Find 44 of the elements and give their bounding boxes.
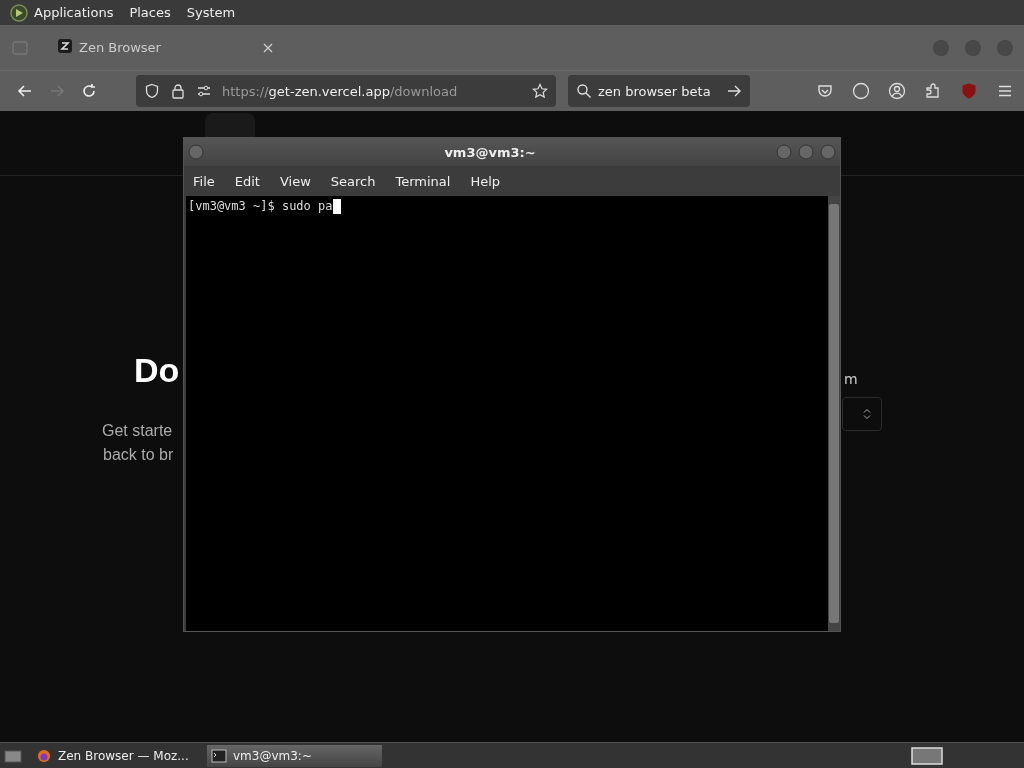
menu-item[interactable]: Search <box>330 173 376 189</box>
puzzle-icon[interactable] <box>924 82 942 100</box>
scrollbar[interactable] <box>828 196 840 631</box>
url-text: https://get-zen.vercel.app/download <box>222 83 458 99</box>
account-icon[interactable] <box>888 82 906 100</box>
page-text: Get starte <box>102 422 174 440</box>
lock-icon[interactable] <box>170 83 186 99</box>
shield-icon[interactable] <box>144 83 160 99</box>
panel-menu[interactable]: Places <box>129 5 171 20</box>
search-field[interactable]: zen browser beta <box>568 75 750 107</box>
scrollbar-thumb[interactable] <box>829 204 839 623</box>
close-icon[interactable] <box>263 42 273 53</box>
workspace-switcher[interactable] <box>910 745 944 766</box>
chevron-icon <box>863 408 871 420</box>
menu-item[interactable]: Edit <box>234 173 260 189</box>
terminal-text: [vm3@vm3 ~]$ sudo pa <box>188 199 333 213</box>
window-title: vm3@vm3:~ <box>443 144 537 160</box>
text-cursor <box>332 199 341 214</box>
z-icon <box>58 39 72 56</box>
browser-tab[interactable]: Zen Browser <box>48 31 283 64</box>
sliders-icon[interactable] <box>196 83 212 99</box>
desktop-icon[interactable] <box>4 748 22 763</box>
menu-item[interactable]: Help <box>470 173 501 189</box>
address-bar[interactable]: https://get-zen.vercel.app/download <box>136 75 556 107</box>
taskbar-button[interactable]: vm3@vm3:~ <box>207 744 382 767</box>
play-circle-icon[interactable] <box>9 2 29 23</box>
star-icon[interactable] <box>532 83 548 99</box>
menu-item[interactable]: View <box>279 173 311 189</box>
terminal-icon <box>211 748 227 763</box>
circle-icon[interactable] <box>852 82 870 100</box>
page-heading: Do <box>134 351 181 390</box>
select-field[interactable] <box>842 397 882 431</box>
field-label: m <box>844 371 858 387</box>
menu-item[interactable]: File <box>193 173 215 189</box>
page-text: back to br <box>103 446 175 464</box>
arrow-icon[interactable] <box>726 83 742 99</box>
search-icon <box>576 83 592 99</box>
panel-menu[interactable]: System <box>186 5 236 20</box>
panel-menu[interactable]: Applications <box>34 5 114 20</box>
reload-icon[interactable] <box>80 82 98 100</box>
pocket-icon[interactable] <box>816 82 834 100</box>
fox-icon <box>36 748 52 763</box>
menu-item[interactable]: Terminal <box>395 173 451 189</box>
taskbar-button[interactable]: Zen Browser — Moz... <box>32 744 207 767</box>
